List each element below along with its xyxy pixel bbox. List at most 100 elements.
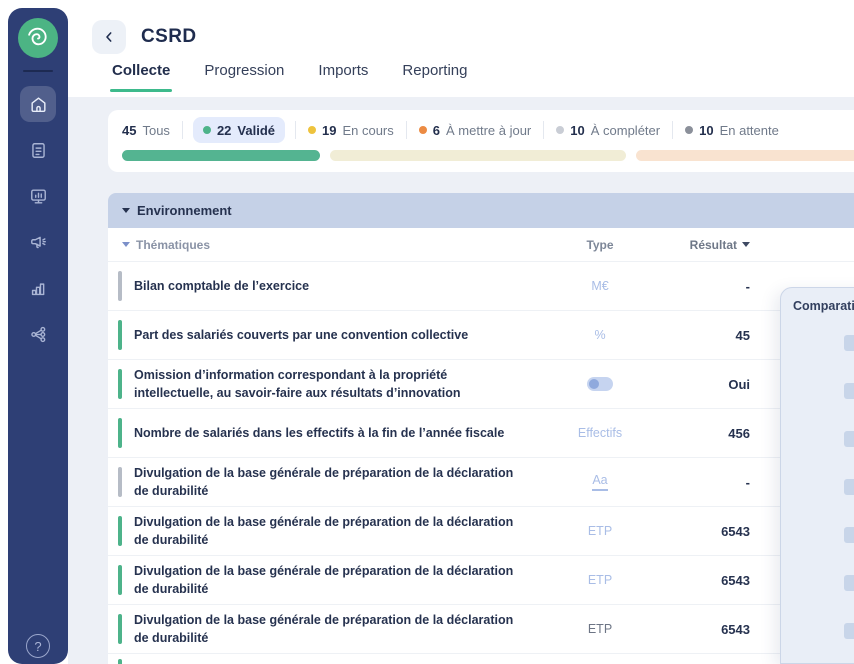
tab-bar: Collecte Progression Imports Reporting [112, 62, 467, 92]
status-dot-en-cours [308, 126, 316, 134]
row-label: Nombre de salariés dans les effectifs à … [134, 424, 540, 442]
comparatif-placeholder [844, 383, 854, 399]
row-label: Part des salariés couverts par une conve… [134, 326, 540, 344]
status-summary-card: 45 Tous 22 Validé 19 En cours 6 À mettre… [108, 110, 854, 172]
sidebar-item-announcements[interactable] [20, 224, 56, 260]
label-tous: Tous [142, 123, 169, 138]
row-type: ETP [540, 622, 660, 636]
label-valide: Validé [237, 123, 275, 138]
row-status-bar [118, 516, 122, 546]
status-dot-en-attente [685, 126, 693, 134]
row-status-bar [118, 418, 122, 448]
sidebar-item-documents[interactable] [20, 132, 56, 168]
comparatif-placeholder [844, 575, 854, 591]
label-en-cours: En cours [342, 123, 393, 138]
filter-a-mettre-a-jour[interactable]: 6 À mettre à jour [407, 123, 544, 138]
table-row[interactable]: Bilan comptable de l’exercice M€ - [108, 261, 854, 310]
filter-en-attente[interactable]: 10 En attente [673, 123, 791, 138]
progress-segment-autres [636, 150, 854, 161]
row-status-bar [118, 614, 122, 644]
column-header-type: Type [540, 238, 660, 252]
sidebar-item-home[interactable] [20, 86, 56, 122]
filter-tous[interactable]: 45 Tous [122, 123, 182, 138]
row-result: 6543 [660, 524, 750, 539]
row-label: Divulgation de la base générale de prépa… [134, 513, 540, 549]
table-row[interactable]: Omission d’information correspondant à l… [108, 359, 854, 408]
tab-collecte[interactable]: Collecte [112, 62, 170, 92]
row-type: M€ [540, 279, 660, 293]
progress-segment-en-cours [330, 150, 626, 161]
row-result: Oui [660, 377, 750, 392]
row-type: % [540, 328, 660, 342]
row-result: 6543 [660, 622, 750, 637]
row-status-bar [118, 271, 122, 301]
app-logo[interactable] [18, 18, 58, 58]
comparatif-title: Comparatif [781, 288, 854, 313]
comparatif-placeholder [844, 623, 854, 639]
table-row[interactable]: Divulgation de la base générale de prépa… [108, 555, 854, 604]
sort-arrow-icon [742, 242, 750, 247]
column-header-thematiques[interactable]: Thématiques [122, 238, 540, 252]
row-label: Divulgation de la base générale de prépa… [134, 562, 540, 598]
row-type: ETP [540, 573, 660, 587]
spiral-logo-icon [25, 25, 51, 51]
label-a-completer: À compléter [591, 123, 660, 138]
divider [182, 121, 183, 139]
row-status-bar [118, 659, 122, 664]
count-valide: 22 [217, 123, 231, 138]
table-row[interactable]: Divulgation de la base générale de prépa… [108, 604, 854, 653]
comparatif-placeholder [844, 335, 854, 351]
toggle-icon [587, 377, 613, 391]
row-result: - [660, 475, 750, 490]
row-type: Effectifs [540, 426, 660, 440]
back-button[interactable] [92, 20, 126, 54]
row-type [540, 375, 660, 393]
row-result: 456 [660, 426, 750, 441]
comparatif-placeholder [844, 479, 854, 495]
row-type: Aa [540, 473, 660, 491]
thematiques-header-label: Thématiques [136, 238, 210, 252]
chevron-down-icon [122, 242, 130, 247]
row-label: Divulgation de la base générale de prépa… [134, 611, 540, 647]
table-header: Thématiques Type Résultat [108, 228, 854, 261]
sidebar-item-analytics[interactable] [20, 270, 56, 306]
label-a-mettre-a-jour: À mettre à jour [446, 123, 531, 138]
table-row[interactable]: Divulgation de la base générale de prépa… [108, 506, 854, 555]
sidebar-item-dashboard[interactable] [20, 178, 56, 214]
row-label: Divulgation de la base générale de prépa… [134, 464, 540, 500]
filter-en-cours[interactable]: 19 En cours [296, 123, 406, 138]
page-title: CSRD [141, 26, 196, 48]
tab-imports[interactable]: Imports [318, 62, 368, 92]
sidebar: ? [8, 8, 68, 664]
status-dot-a-completer [556, 126, 564, 134]
count-tous: 45 [122, 123, 136, 138]
row-result: 6543 [660, 573, 750, 588]
megaphone-icon [29, 233, 48, 252]
table-row[interactable]: Divulgation de la base générale de prépa… [108, 457, 854, 506]
row-result: 45 [660, 328, 750, 343]
status-dot-valide [203, 126, 211, 134]
chevron-left-icon [101, 29, 117, 45]
row-status-bar [118, 369, 122, 399]
sidebar-item-organization[interactable] [20, 316, 56, 352]
count-a-completer: 10 [570, 123, 584, 138]
tab-progression[interactable]: Progression [204, 62, 284, 92]
status-dot-a-mettre-a-jour [419, 126, 427, 134]
table-row[interactable]: Part des salariés couverts par une conve… [108, 310, 854, 359]
text-type-icon: Aa [592, 473, 607, 491]
section-environnement[interactable]: Environnement [108, 193, 854, 228]
sidebar-divider [23, 70, 53, 72]
help-icon[interactable]: ? [26, 634, 50, 658]
row-label: Bilan comptable de l’exercice [134, 277, 540, 295]
comparatif-placeholder [844, 431, 854, 447]
home-icon [29, 95, 48, 114]
comparatif-placeholder [844, 527, 854, 543]
filter-a-completer[interactable]: 10 À compléter [544, 123, 672, 138]
count-en-attente: 10 [699, 123, 713, 138]
filter-valide[interactable]: 22 Validé [193, 117, 285, 143]
tab-reporting[interactable]: Reporting [402, 62, 467, 92]
table-row[interactable]: Nombre de salariés dans les effectifs à … [108, 408, 854, 457]
document-icon [29, 141, 48, 160]
column-header-resultat[interactable]: Résultat [660, 238, 750, 252]
table-row[interactable] [108, 653, 854, 664]
